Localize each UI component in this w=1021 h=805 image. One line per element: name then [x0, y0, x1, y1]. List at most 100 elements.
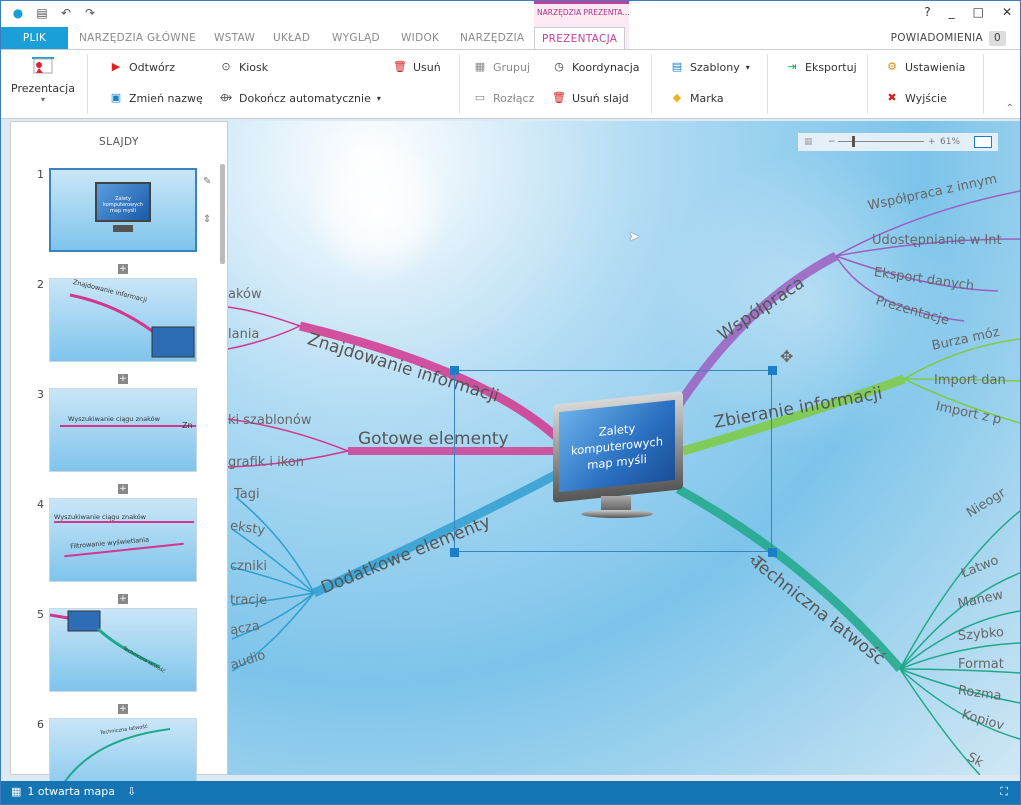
- dokoncz-automatycznie-button[interactable]: ⟴ Dokończ automatycznie ▾: [219, 91, 381, 105]
- autocomplete-icon: ⟴: [219, 91, 233, 104]
- tab-wstaw[interactable]: WSTAW: [214, 27, 255, 49]
- leaf-label[interactable]: aków: [228, 287, 262, 302]
- slides-panel: SLAJDY ✎ ⇕ 1 Zalety komputerowych map my…: [10, 121, 228, 802]
- add-slide-icon[interactable]: +: [118, 704, 128, 714]
- usun-slajd-label: Usuń slajd: [572, 91, 629, 105]
- tab-narzedzia[interactable]: NARZĘDZIA: [460, 27, 524, 49]
- add-slide-icon[interactable]: +: [118, 484, 128, 494]
- tab-widok[interactable]: WIDOK: [401, 27, 439, 49]
- minimize-button[interactable]: _: [949, 5, 955, 19]
- zmien-nazwe-label: Zmień nazwę: [129, 91, 203, 105]
- rozlacz-label: Rozłącz: [493, 91, 535, 105]
- dokoncz-label: Dokończ automatycznie: [239, 91, 371, 105]
- leaf-label[interactable]: Format: [958, 657, 1004, 672]
- quick-access-toolbar: ● ▤ ↶ ↷: [11, 6, 97, 20]
- slide-thumbnail[interactable]: Zalety komputerowych map myśli: [49, 168, 197, 252]
- fit-screen-icon[interactable]: [974, 136, 992, 148]
- resize-handle[interactable]: [768, 366, 777, 375]
- usun-button[interactable]: 🗑 Usuń: [393, 60, 441, 74]
- zoom-value: 61%: [940, 137, 961, 147]
- pin-icon[interactable]: ⇩: [127, 785, 136, 798]
- trash-icon: 🗑: [552, 91, 566, 104]
- add-slide-icon[interactable]: +: [118, 374, 128, 384]
- tab-narzedzia-glowne[interactable]: NARZĘDZIA GŁÓWNE: [79, 27, 196, 49]
- export-icon: ⇥: [787, 60, 797, 73]
- resize-handle[interactable]: [768, 548, 777, 557]
- tab-wyglad[interactable]: WYGLĄD: [332, 27, 380, 49]
- window-controls: ? _ □ ✕: [924, 5, 1012, 19]
- ribbon-tabs: PLIK NARZĘDZIA GŁÓWNE WSTAW UKŁAD WYGLĄD…: [1, 27, 1020, 50]
- leaf-label[interactable]: tracje: [230, 593, 267, 608]
- slide-thumbnail[interactable]: Techniczna łatwość: [49, 608, 197, 692]
- title-bar: ● ▤ ↶ ↷ ? _ □ ✕: [1, 1, 1020, 27]
- leaf-label[interactable]: Import dan: [934, 373, 1006, 388]
- wyjscie-label: Wyjście: [905, 91, 947, 105]
- odtworz-button[interactable]: ▶ Odtwórz: [109, 60, 175, 74]
- notifications[interactable]: POWIADOMIENIA 0: [891, 27, 1006, 49]
- szablony-label: Szablony: [690, 60, 740, 74]
- move-icon[interactable]: ✥: [780, 347, 793, 366]
- slides-title: SLAJDY: [99, 136, 139, 148]
- leaf-label[interactable]: ki szablonów: [228, 413, 311, 428]
- tab-prezentacja[interactable]: PREZENTACJA: [534, 27, 626, 50]
- add-slide-icon[interactable]: +: [118, 594, 128, 604]
- eksportuj-label: Eksportuj: [805, 60, 857, 74]
- collapse-ribbon-icon[interactable]: ⌃: [1006, 103, 1014, 114]
- app-logo-icon[interactable]: ●: [11, 6, 25, 20]
- presentation-icon: [32, 57, 54, 74]
- help-button[interactable]: ?: [924, 5, 930, 19]
- kiosk-button[interactable]: ⊙ Kiosk: [219, 60, 268, 74]
- move-slide-icon[interactable]: ⇕: [203, 210, 211, 230]
- koordynacja-label: Koordynacja: [572, 60, 640, 74]
- eksportuj-button[interactable]: ⇥ Eksportuj: [785, 60, 857, 74]
- zoom-out-button[interactable]: −: [828, 133, 836, 151]
- leaf-label[interactable]: lania: [228, 327, 259, 342]
- zoom-in-button[interactable]: +: [928, 133, 936, 151]
- zoom-slider-thumb[interactable]: [852, 136, 855, 147]
- zmien-nazwe-button[interactable]: ▣ Zmień nazwę: [109, 91, 203, 105]
- prezentacja-button[interactable]: Prezentacja ▾: [5, 54, 81, 116]
- edit-slide-icon[interactable]: ✎: [203, 172, 211, 192]
- fullscreen-icon[interactable]: ⛶: [1000, 785, 1008, 799]
- koordynacja-button[interactable]: ◷ Koordynacja: [552, 60, 640, 74]
- wyjscie-button[interactable]: ✖ Wyjście: [885, 91, 947, 105]
- szablony-button[interactable]: ▤ Szablony ▾: [670, 60, 750, 74]
- context-group-label: NARZĘDZIA PREZENTA...: [537, 8, 629, 17]
- open-maps-count[interactable]: 1 otwarta mapa: [27, 785, 115, 798]
- zoom-slider[interactable]: [838, 141, 924, 142]
- ustawienia-button[interactable]: ⚙ Ustawienia: [885, 60, 965, 74]
- leaf-label[interactable]: Udostępnianie w Int: [872, 233, 1002, 248]
- slide-title: Wyszukiwanie ciągu znaków: [54, 513, 146, 521]
- leaf-label[interactable]: Tagi: [234, 487, 260, 502]
- brand-icon: ◆: [672, 91, 682, 104]
- central-topic[interactable]: Zalety komputerowych map myśli: [553, 391, 683, 528]
- slide-thumbnail[interactable]: Wyszukiwanie ciągu znaków Zn: [49, 388, 197, 472]
- usun-slajd-button[interactable]: 🗑 Usuń slajd: [552, 91, 629, 105]
- play-icon: ▶: [111, 60, 121, 73]
- mind-map-canvas[interactable]: Znajdowanie informacji Gotowe elementy D…: [228, 121, 1020, 775]
- grupuj-button[interactable]: ▦ Grupuj: [473, 60, 530, 74]
- clock-icon: ◷: [554, 60, 564, 73]
- close-button[interactable]: ✕: [1002, 5, 1012, 19]
- kiosk-icon: ⊙: [221, 60, 231, 73]
- add-slide-icon[interactable]: +: [118, 264, 128, 274]
- slide-thumbnail[interactable]: Znajdowanie informacji: [49, 278, 197, 362]
- status-bar: ▦ 1 otwarta mapa ⇩ ⛶: [1, 781, 1020, 804]
- rotate-icon[interactable]: ↻: [750, 555, 760, 569]
- undo-icon[interactable]: ↶: [59, 6, 73, 20]
- save-icon[interactable]: ▤: [35, 6, 49, 20]
- slides-scrollbar[interactable]: [220, 164, 225, 264]
- resize-handle[interactable]: [450, 366, 459, 375]
- ribbon: Prezentacja ▾ ▶ Odtwórz ▣ Zmień nazwę ⊙ Kio…: [1, 49, 1020, 119]
- leaf-label[interactable]: grafik i ikon: [228, 455, 304, 470]
- tab-plik[interactable]: PLIK: [1, 27, 68, 49]
- resize-handle[interactable]: [450, 548, 459, 557]
- fit-view-icon[interactable]: ▦: [804, 133, 813, 151]
- tab-uklad[interactable]: UKŁAD: [273, 27, 310, 49]
- rozlacz-button[interactable]: ▭ Rozłącz: [473, 91, 535, 105]
- leaf-label[interactable]: czniki: [230, 559, 267, 574]
- marka-button[interactable]: ◆ Marka: [670, 91, 724, 105]
- slide-thumbnail[interactable]: Wyszukiwanie ciągu znaków Filtrowanie wy…: [49, 498, 197, 582]
- redo-icon[interactable]: ↷: [83, 6, 97, 20]
- maximize-button[interactable]: □: [973, 5, 984, 19]
